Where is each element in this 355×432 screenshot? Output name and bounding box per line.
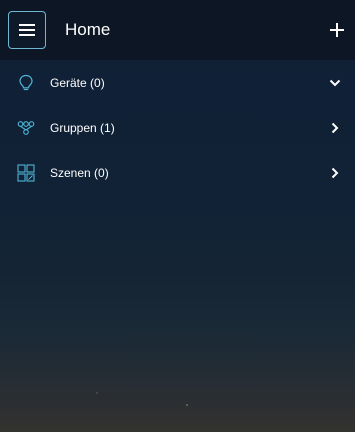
- background-speck: [96, 392, 98, 394]
- scenes-label: Szenen (0): [50, 165, 109, 180]
- page-title: Home: [65, 20, 111, 39]
- add-button[interactable]: [327, 20, 347, 40]
- home-list: Geräte (0) Gruppen (1) Szenen (0): [0, 60, 355, 195]
- chevron-right-icon: [329, 122, 341, 134]
- scenes-icon: [16, 163, 36, 183]
- devices-label: Geräte (0): [50, 75, 105, 90]
- plus-icon: [330, 23, 344, 37]
- chevron-down-icon: [329, 77, 341, 89]
- groups-label: Gruppen (1): [50, 120, 115, 135]
- list-item-scenes[interactable]: Szenen (0): [0, 150, 355, 195]
- group-icon: [16, 118, 36, 138]
- hamburger-menu-icon: [19, 24, 35, 36]
- chevron-right-icon: [329, 167, 341, 179]
- lightbulb-icon: [16, 73, 36, 93]
- top-app-bar: Home: [0, 0, 355, 60]
- app-screen: Home Geräte (0) Gruppen (1) Szenen (0): [0, 0, 355, 432]
- background-speck: [186, 404, 188, 406]
- list-item-groups[interactable]: Gruppen (1): [0, 105, 355, 150]
- list-item-devices[interactable]: Geräte (0): [0, 60, 355, 105]
- menu-button[interactable]: [8, 11, 46, 49]
